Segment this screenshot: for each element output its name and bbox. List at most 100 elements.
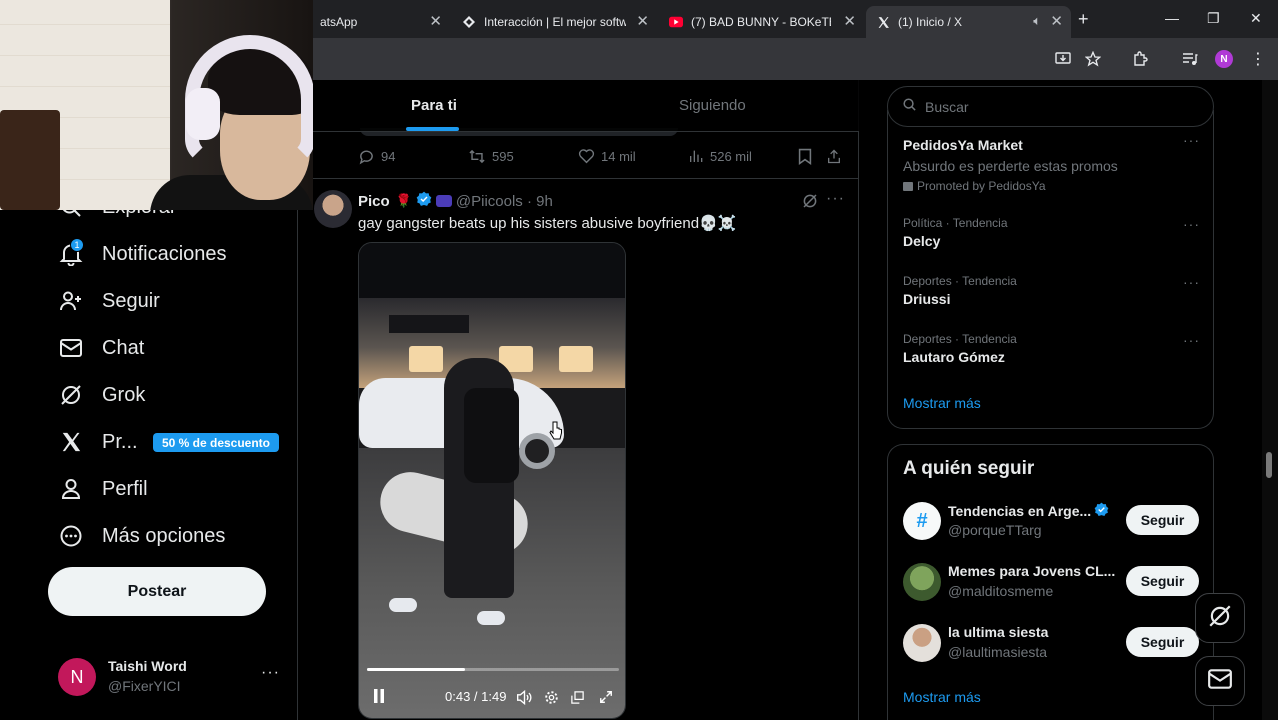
media-control-icon[interactable] [1181, 50, 1199, 68]
nav-label: Grok [102, 383, 146, 406]
share-icon [828, 149, 840, 164]
maximize-icon[interactable]: ❐ [1207, 10, 1220, 27]
tweet-text: gay gangster beats up his sisters abusiv… [358, 215, 737, 232]
views-button[interactable]: 526 mil [688, 148, 752, 164]
close-window-icon[interactable]: ✕ [1250, 10, 1262, 27]
follow-show-more-link[interactable]: Mostrar más [903, 689, 981, 705]
previous-tweet-actions: 94 595 14 mil 526 mil [298, 142, 859, 172]
browser-tab-interaccion[interactable]: Interacción | El mejor softwa ✕ [452, 6, 657, 38]
pause-icon[interactable] [371, 688, 387, 704]
avatar [903, 624, 941, 662]
trend-item-promoted[interactable]: PedidosYa Market Absurdo es perderte est… [903, 134, 1203, 193]
trend-item[interactable]: Deportes · Tendencia Lautaro Gómez [903, 332, 1203, 365]
follow-suggestion[interactable]: Memes para Jovens CL... @malditosmeme Se… [903, 563, 1203, 605]
browser-tab-x[interactable]: (1) Inicio / X 🔈︎ ✕ [866, 6, 1071, 38]
premium-discount-badge[interactable]: 50 % de descuento [153, 433, 279, 452]
trend-item[interactable]: Política · Tendencia Delcy [903, 216, 1203, 249]
page-scrollbar[interactable] [1262, 80, 1278, 720]
browser-tab-youtube[interactable]: (7) BAD BUNNY - BOKeTE (V ✕ [659, 6, 864, 38]
audio-playing-icon[interactable]: 🔈︎ [1033, 13, 1041, 29]
trend-name: Driussi [903, 291, 951, 307]
tweet-author-avatar[interactable] [314, 190, 352, 228]
promoted-text: Promoted by PedidosYa [917, 179, 1046, 193]
avatar: N [58, 658, 96, 696]
search-bar[interactable] [887, 86, 1214, 127]
more-icon[interactable]: ··· [261, 664, 280, 682]
nav-chat[interactable]: Chat [58, 330, 144, 366]
browser-profile-avatar[interactable]: N [1215, 50, 1233, 68]
tweet-more-icon[interactable]: ··· [826, 190, 845, 208]
nav-premium[interactable]: Pr... [58, 424, 138, 460]
settings-gear-icon[interactable] [542, 688, 560, 706]
new-tab-icon[interactable]: + [1078, 9, 1089, 30]
minimize-icon[interactable]: — [1165, 10, 1179, 26]
nav-more-options[interactable]: Más opciones [58, 518, 225, 554]
nav-follow[interactable]: Seguir [58, 283, 160, 319]
trend-more-icon[interactable]: ··· [1183, 332, 1200, 348]
share-button[interactable] [826, 148, 848, 165]
nav-notifications[interactable]: 1 Notificaciones [58, 236, 227, 272]
tab-following[interactable]: Siguiendo [679, 97, 746, 114]
bookmark-button[interactable] [798, 148, 818, 165]
install-app-icon[interactable] [1054, 50, 1072, 68]
volume-icon[interactable] [515, 688, 533, 706]
close-tab-icon[interactable]: ✕ [843, 14, 856, 30]
close-tab-icon[interactable]: ✕ [636, 14, 649, 30]
trend-more-icon[interactable]: ··· [1183, 274, 1200, 290]
picture-in-picture-icon[interactable] [568, 688, 586, 706]
youtube-icon [669, 15, 683, 29]
follow-suggestion[interactable]: # Tendencias en Arge... @porqueTTarg Seg… [903, 502, 1203, 544]
reply-button[interactable]: 94 [358, 148, 395, 165]
grok-icon [1207, 603, 1233, 634]
webcam-chair [0, 110, 60, 210]
tweet-author-name[interactable]: Pico [358, 193, 390, 210]
close-tab-icon[interactable]: ✕ [429, 14, 442, 30]
repost-button[interactable]: 595 [468, 148, 514, 165]
x-logo-icon [58, 429, 84, 455]
avatar [903, 563, 941, 601]
scrollbar-thumb[interactable] [1266, 452, 1272, 478]
rose-emoji-icon: 🌹 [395, 193, 412, 208]
messages-floating-button[interactable] [1195, 656, 1245, 706]
follow-button[interactable]: Seguir [1126, 566, 1199, 596]
post-button[interactable]: Postear [48, 567, 266, 616]
tweet-divider [298, 178, 859, 179]
bell-icon: 1 [58, 238, 84, 267]
webcam-overlay [0, 0, 313, 210]
nav-profile[interactable]: Perfil [58, 471, 148, 507]
close-tab-icon[interactable]: ✕ [1050, 14, 1063, 30]
follow-name: la ultima siesta [948, 624, 1048, 640]
fullscreen-icon[interactable] [597, 688, 615, 706]
like-button[interactable]: 14 mil [578, 148, 636, 164]
reply-count: 94 [381, 149, 396, 164]
bookmark-star-icon[interactable] [1084, 50, 1102, 68]
browser-menu-icon[interactable]: ⋮ [1249, 50, 1267, 68]
notification-badge: 1 [70, 238, 84, 252]
trend-more-icon[interactable]: ··· [1183, 132, 1200, 148]
tab-title: atsApp [320, 15, 358, 29]
search-input[interactable] [925, 98, 1185, 115]
trends-panel: PedidosYa Market Absurdo es perderte est… [887, 110, 1214, 429]
extensions-icon[interactable] [1131, 50, 1149, 68]
follow-suggestion[interactable]: la ultima siesta @laultimasiesta Seguir [903, 624, 1203, 666]
reply-icon [359, 150, 373, 165]
trend-item[interactable]: Deportes · Tendencia Driussi [903, 274, 1203, 307]
trends-show-more-link[interactable]: Mostrar más [903, 395, 981, 411]
views-count: 526 mil [710, 148, 752, 164]
repost-icon [469, 149, 485, 164]
follow-button[interactable]: Seguir [1126, 627, 1199, 657]
game-emoji-icon [435, 195, 452, 207]
video-progress-bar[interactable] [367, 668, 619, 671]
trend-category: Política · Tendencia [903, 216, 1008, 230]
follow-button[interactable]: Seguir [1126, 505, 1199, 535]
follow-name: Tendencias en Arge... [948, 502, 1109, 520]
tab-for-you[interactable]: Para ti [411, 97, 457, 114]
grok-floating-button[interactable] [1195, 593, 1245, 643]
envelope-icon [58, 335, 84, 361]
nav-grok[interactable]: Grok [58, 377, 145, 413]
grok-explain-icon[interactable] [801, 192, 819, 215]
browser-tab-whatsapp[interactable]: atsApp ✕ [300, 6, 450, 38]
tweet-video-player[interactable]: 0:43 / 1:49 [358, 242, 626, 719]
trend-more-icon[interactable]: ··· [1183, 216, 1200, 232]
account-switcher[interactable]: N Taishi Word @FixerYICI ··· [58, 656, 288, 696]
